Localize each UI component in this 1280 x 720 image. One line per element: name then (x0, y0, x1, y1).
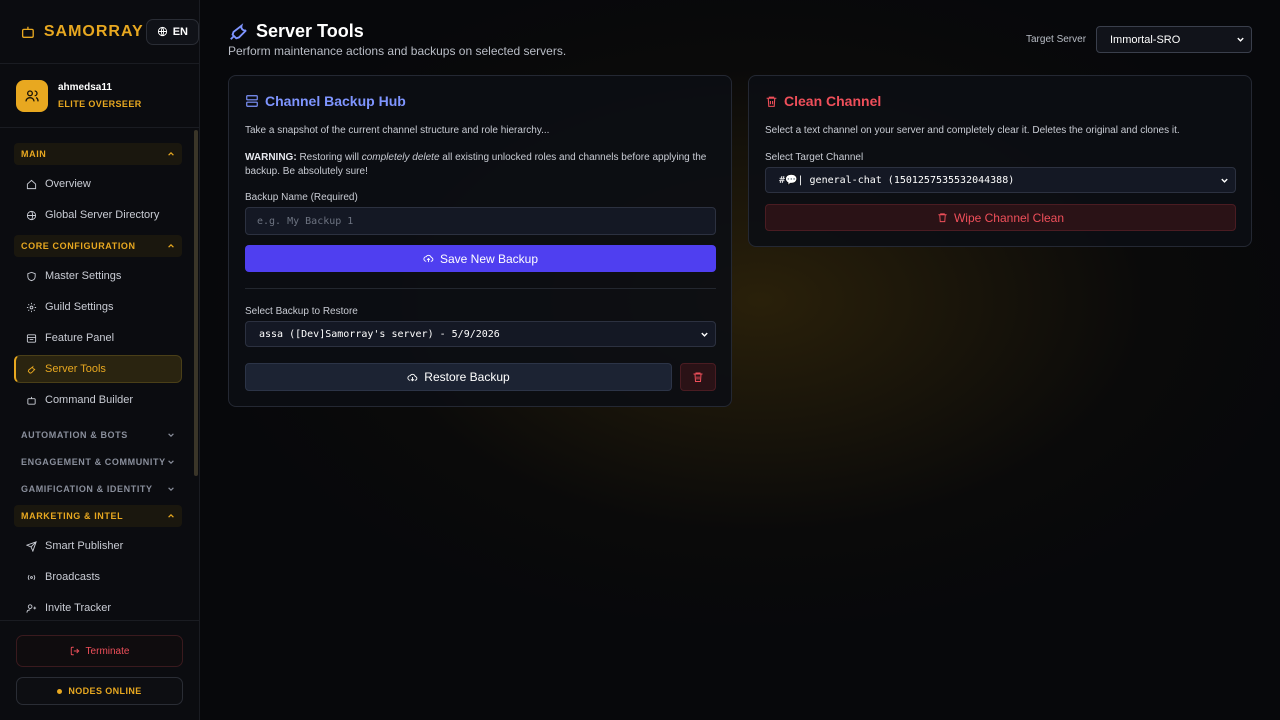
sidebar-scrollbar[interactable] (194, 130, 198, 476)
chevron-down-icon (1237, 37, 1244, 42)
chevron-down-icon (168, 460, 174, 465)
backup-card-title: Channel Backup Hub (245, 93, 406, 109)
user-plus-icon (26, 603, 37, 613)
chevron-down-icon (701, 332, 708, 337)
trash-icon (766, 96, 777, 107)
sidebar-item-global-server-directory[interactable]: Global Server Directory (14, 201, 182, 229)
restore-select-label: Select Backup to Restore (245, 306, 358, 317)
wipe-channel-button[interactable]: Wipe Channel Clean (765, 204, 1236, 231)
bot-icon (21, 26, 34, 38)
backup-name-input[interactable]: e.g. My Backup 1 (245, 207, 716, 235)
avatar (16, 79, 48, 112)
globe-icon (26, 210, 37, 220)
nav-section-core-configuration[interactable]: CORE CONFIGURATION (14, 235, 182, 257)
sidebar-item-feature-panel[interactable]: Feature Panel (14, 324, 182, 352)
server-icon (246, 95, 258, 107)
sidebar-item-overview[interactable]: Overview (14, 170, 182, 198)
sidebar-item-server-tools[interactable]: Server Tools (14, 355, 182, 383)
restore-backup-select[interactable]: assa ([Dev]Samorray's server) - 5/9/2026 (245, 321, 716, 347)
broadcast-icon (27, 574, 36, 580)
trash-icon (693, 372, 703, 382)
wrench-icon (230, 23, 247, 40)
trash-icon (938, 213, 947, 223)
sidebar-nav: MAIN Overview Global Server Directory CO… (0, 130, 200, 618)
users-icon (25, 89, 39, 101)
brand-name: SAMORRAY (43, 22, 144, 40)
chevron-down-icon (1221, 178, 1228, 183)
globe-icon (157, 26, 167, 37)
sidebar-item-broadcasts[interactable]: Broadcasts (14, 563, 182, 591)
chevron-down-icon (168, 487, 174, 492)
bot-icon (27, 396, 36, 405)
terminate-button[interactable]: Terminate (16, 635, 183, 667)
sidebar-item-guild-settings[interactable]: Guild Settings (14, 293, 182, 321)
nodes-online-status: NODES ONLINE (16, 677, 183, 705)
nav-section-marketing[interactable]: MARKETING & INTEL (14, 505, 182, 527)
user-role: ELITE OVERSEER (58, 99, 142, 109)
divider (245, 288, 716, 289)
clean-channel-card: Clean Channel Select a text channel on y… (748, 75, 1252, 247)
sidebar-item-smart-publisher[interactable]: Smart Publisher (14, 532, 182, 560)
clean-card-title: Clean Channel (765, 93, 881, 109)
page-subtitle: Perform maintenance actions and backups … (228, 44, 567, 58)
backup-description: Take a snapshot of the current channel s… (245, 125, 550, 136)
nav-section-automation[interactable]: AUTOMATION & BOTS (14, 424, 182, 446)
channel-backup-card: Channel Backup Hub Take a snapshot of th… (228, 75, 732, 407)
panel-icon (26, 333, 37, 343)
target-server-label: Target Server (1026, 34, 1087, 45)
backup-name-label: Backup Name (Required) (245, 192, 358, 203)
gear-icon (26, 302, 37, 312)
sidebar: SAMORRAY EN ahmedsa11 ELITE OVERSEER MAI… (0, 0, 200, 720)
chevron-down-icon (168, 433, 174, 438)
save-backup-button[interactable]: Save New Backup (245, 245, 716, 272)
sidebar-footer: Terminate NODES ONLINE (0, 620, 200, 720)
user-name: ahmedsa11 (58, 82, 112, 93)
status-dot (57, 688, 63, 694)
wrench-icon (27, 365, 36, 374)
nav-section-engagement[interactable]: ENGAGEMENT & COMMUNITY (14, 451, 182, 473)
user-card[interactable]: ahmedsa11 ELITE OVERSEER (0, 64, 199, 128)
target-channel-select[interactable]: #💬| general-chat (1501257535532044388) (765, 167, 1236, 193)
home-icon (26, 179, 37, 189)
sidebar-item-command-builder[interactable]: Command Builder (14, 386, 182, 414)
cloud-upload-icon (423, 254, 434, 263)
language-label: EN (172, 25, 188, 38)
clean-description: Select a text channel on your server and… (765, 125, 1180, 136)
send-icon (26, 540, 37, 552)
cloud-download-icon (407, 373, 418, 381)
brand-row: SAMORRAY EN (0, 0, 199, 64)
logout-icon (70, 646, 79, 656)
language-button[interactable]: EN (145, 18, 199, 45)
sidebar-item-master-settings[interactable]: Master Settings (14, 262, 182, 290)
chevron-up-icon (168, 151, 174, 156)
delete-backup-button[interactable] (680, 363, 716, 391)
backup-warning: WARNING: Restoring will completely delet… (245, 152, 707, 177)
chevron-up-icon (168, 243, 174, 248)
page-title: Server Tools (256, 20, 364, 41)
sidebar-item-invite-tracker[interactable]: Invite Tracker (14, 594, 182, 618)
chevron-up-icon (168, 513, 174, 518)
shield-icon (27, 271, 36, 281)
target-server-select[interactable]: Immortal-SRO (1096, 26, 1252, 53)
nav-section-gamification[interactable]: GAMIFICATION & IDENTITY (14, 478, 182, 500)
target-channel-label: Select Target Channel (765, 152, 864, 163)
page-title-row: Server Tools (228, 20, 364, 42)
restore-backup-button[interactable]: Restore Backup (245, 363, 672, 391)
nav-section-main[interactable]: MAIN (14, 143, 182, 165)
